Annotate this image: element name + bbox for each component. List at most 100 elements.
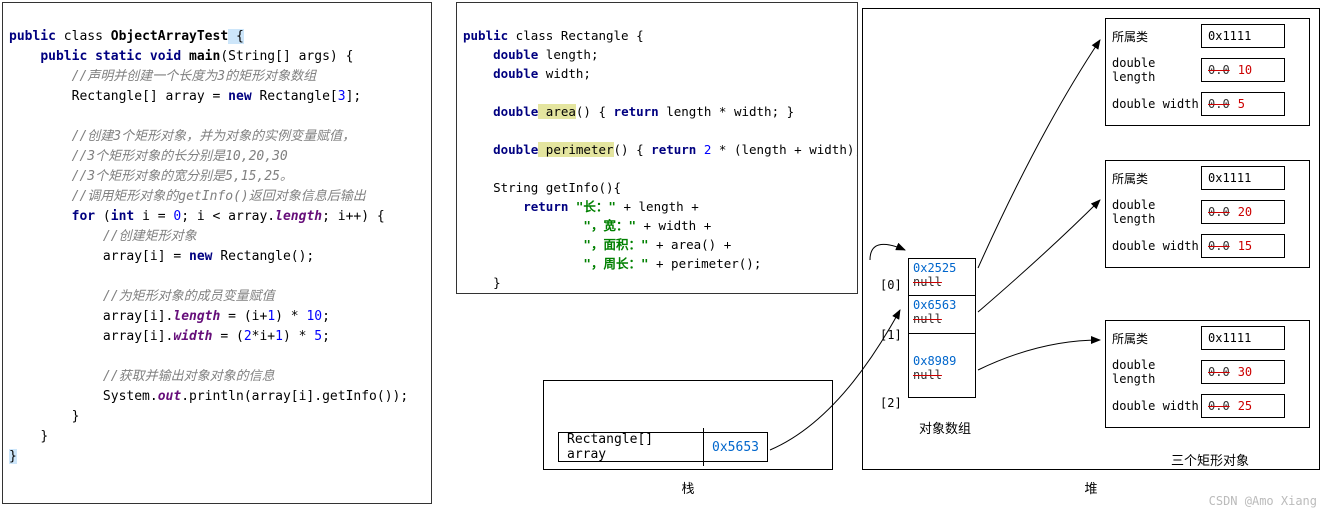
object-box-0: 所属类0x1111 double length0.010 double widt… [1105, 18, 1310, 126]
t: = ( [213, 329, 244, 344]
object-box-2: 所属类0x1111 double length0.030 double widt… [1105, 320, 1310, 428]
m: perimeter [538, 142, 613, 157]
t: array[i]. [103, 329, 173, 344]
kw: new [228, 89, 251, 104]
t: width; [538, 66, 591, 81]
kw: double [493, 104, 538, 119]
slot-index-0: [0] [880, 278, 902, 292]
array-slot-2: 0x8989 null [908, 334, 976, 398]
s: "，宽：" [583, 218, 643, 233]
t: String getInfo(){ [493, 180, 621, 195]
comment: //获取并输出对象对象的信息 [103, 369, 275, 384]
stack-var-addr: 0x5653 [704, 436, 767, 459]
t: + area() + [656, 237, 731, 252]
n: 1 [275, 329, 283, 344]
f: width [173, 329, 212, 344]
comment: //声明并创建一个长度为3的矩形对象数组 [72, 69, 316, 84]
comment: //为矩形对象的成员变量赋值 [103, 289, 275, 304]
obj-width-label: double width [1106, 239, 1201, 253]
obj-length-val: 0.030 [1201, 360, 1285, 384]
obj-class-addr: 0x1111 [1201, 326, 1285, 350]
br: { [228, 29, 244, 44]
t [696, 142, 704, 157]
t: + perimeter(); [656, 256, 761, 271]
object-box-1: 所属类0x1111 double length0.020 double widt… [1105, 160, 1310, 268]
t: ; i < array. [181, 209, 275, 224]
s: "，面积：" [583, 237, 656, 252]
t: array[i] = [103, 249, 189, 264]
code-panel-test: public class ObjectArrayTest { public st… [2, 2, 432, 504]
t: = (i+ [220, 309, 267, 324]
slot-index-1: [1] [880, 328, 902, 342]
t: ) * [283, 329, 314, 344]
objects-label: 三个矩形对象 [1110, 450, 1310, 469]
obj-length-val: 0.010 [1201, 58, 1285, 82]
n: 2 [244, 329, 252, 344]
array-label: 对象数组 [900, 418, 990, 437]
s: "长：" [568, 199, 623, 214]
t: ; i++) { [322, 209, 385, 224]
kw: return [651, 142, 696, 157]
t: length * width; } [659, 104, 794, 119]
cls: ObjectArrayTest [111, 29, 228, 44]
t: .println(array[i].getInfo()); [181, 389, 408, 404]
t: Rectangle(); [213, 249, 315, 264]
t: *i+ [252, 329, 275, 344]
t: ; [322, 309, 330, 324]
array-slot-1: 0x6563 null [908, 296, 976, 334]
t: array[i]. [103, 309, 173, 324]
kw: public static [40, 49, 142, 64]
kw: public [9, 29, 56, 44]
br: } [493, 275, 501, 290]
comment: //创建矩形对象 [103, 229, 197, 244]
obj-width-val: 0.015 [1201, 234, 1285, 258]
t: + width + [644, 218, 712, 233]
m: area [538, 104, 576, 119]
kw: double [493, 47, 538, 62]
kw: void [142, 49, 189, 64]
obj-class-addr: 0x1111 [1201, 24, 1285, 48]
f: length [275, 209, 322, 224]
obj-class-label: 所属类 [1106, 28, 1201, 45]
obj-length-label: double length [1106, 358, 1201, 386]
br: } [72, 409, 80, 424]
stack-caption: 栈 [543, 478, 833, 497]
kw: return [523, 199, 568, 214]
code-panel-rectangle: public class Rectangle { double length; … [456, 2, 858, 294]
comment: //创建3个矩形对象，并为对象的实例变量赋值， [72, 129, 355, 144]
n: 5 [314, 329, 322, 344]
stack-variable-box: Rectangle[] array 0x5653 [558, 432, 768, 462]
t: ; [322, 329, 330, 344]
t: i = [134, 209, 173, 224]
obj-class-label: 所属类 [1106, 330, 1201, 347]
t: class Rectangle { [508, 28, 643, 43]
obj-width-label: double width [1106, 399, 1201, 413]
stack-var-label: Rectangle[] array [559, 428, 704, 466]
obj-width-label: double width [1106, 97, 1201, 111]
slot-null: null [913, 275, 971, 289]
t: ) * [275, 309, 306, 324]
kw: return [614, 104, 659, 119]
t: * (length + width); } [711, 142, 858, 157]
n: 10 [306, 309, 322, 324]
obj-length-label: double length [1106, 56, 1201, 84]
n: 1 [267, 309, 275, 324]
m: main [189, 49, 220, 64]
t: Rectangle[ [252, 89, 338, 104]
br: } [9, 449, 17, 464]
obj-length-label: double length [1106, 198, 1201, 226]
kw: new [189, 249, 212, 264]
kw: for [72, 209, 95, 224]
t: ]; [346, 89, 362, 104]
array-slot-0: 0x2525 null [908, 258, 976, 296]
slot-null: null [913, 312, 971, 326]
kw: double [493, 66, 538, 81]
t: (String[] args) { [220, 49, 353, 64]
t: Rectangle[] array = [72, 89, 229, 104]
br: } [40, 429, 48, 444]
t: () { [614, 142, 652, 157]
f: length [173, 309, 220, 324]
obj-length-val: 0.020 [1201, 200, 1285, 224]
t: + length + [623, 199, 698, 214]
num: 3 [338, 89, 346, 104]
